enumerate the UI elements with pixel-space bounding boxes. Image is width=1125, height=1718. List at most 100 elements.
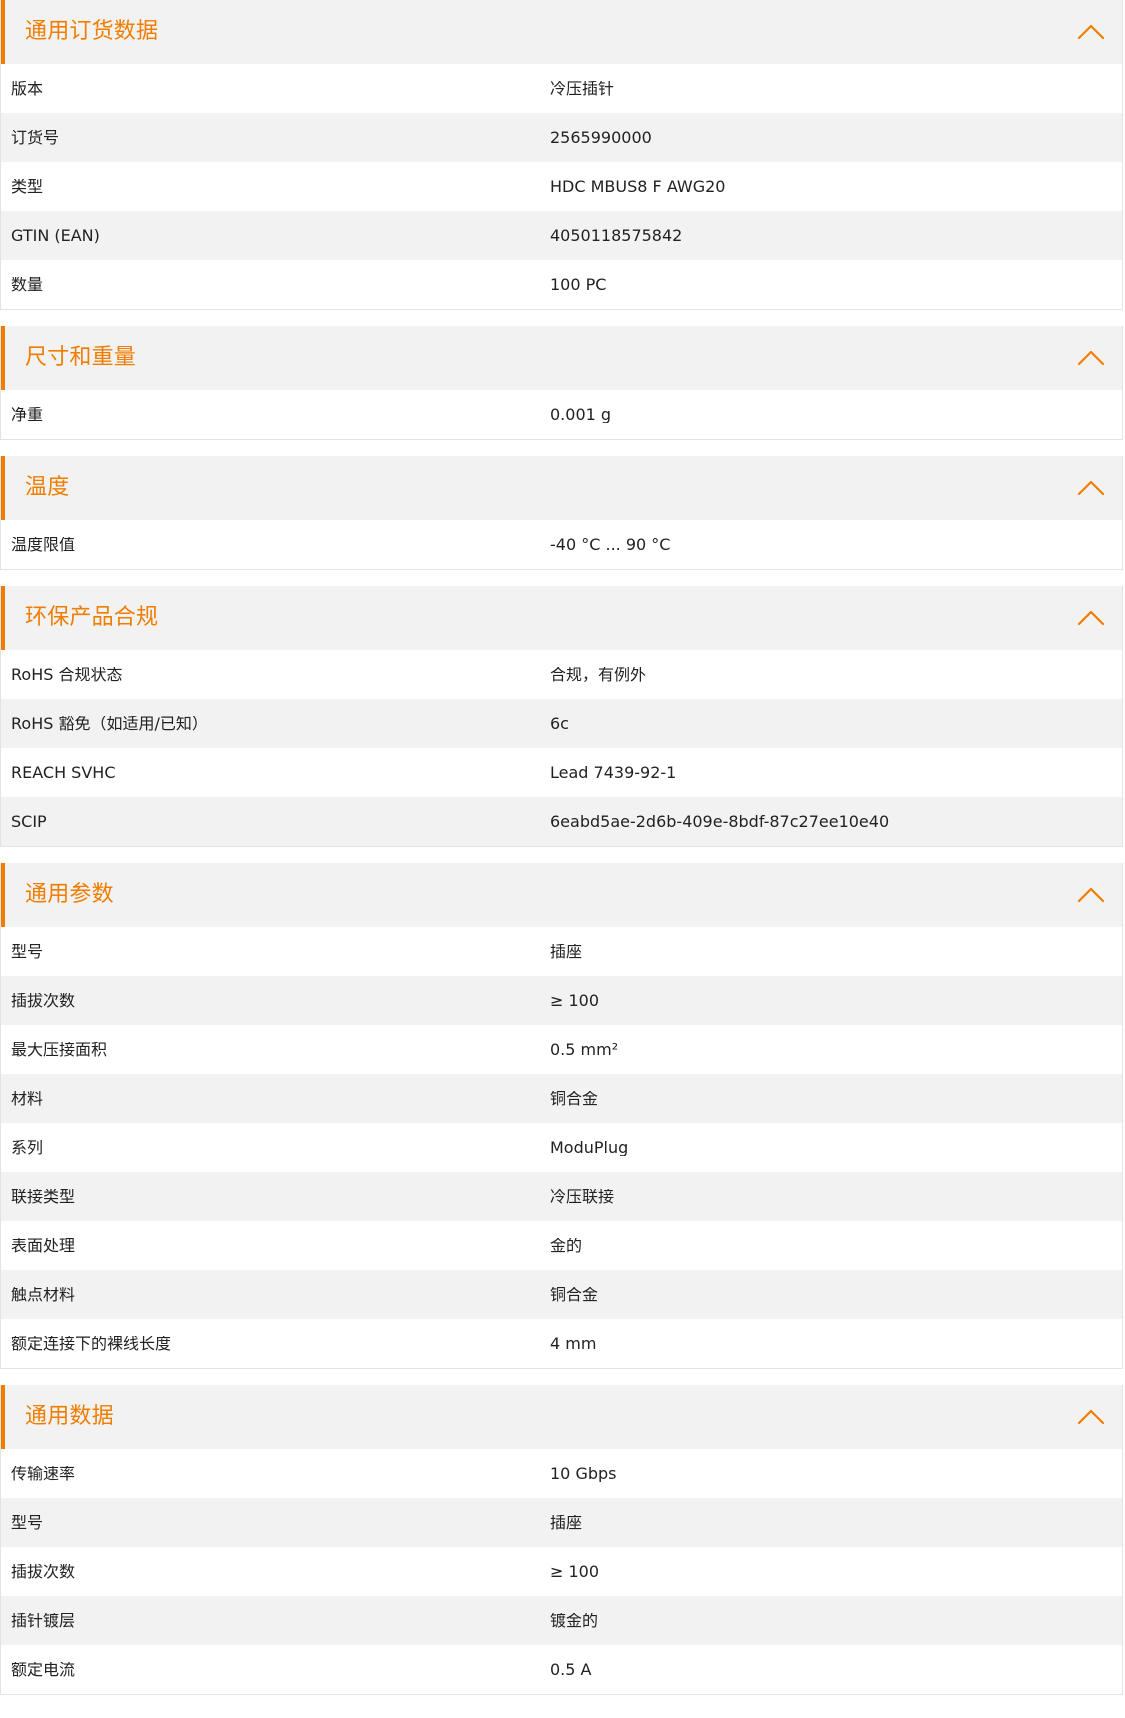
spec-value: 0.5 mm²	[550, 1041, 619, 1058]
spec-value: 10 Gbps	[550, 1465, 617, 1482]
spec-section: 温度温度限值 -40 °C ... 90 °C	[0, 456, 1123, 570]
spec-label: 温度限值	[11, 536, 76, 553]
spec-label: 系列	[11, 1139, 44, 1156]
spec-label: 触点材料	[11, 1286, 76, 1303]
spec-section: 通用订货数据版本 冷压插针订货号 2565990000 类型 HDC MBUS8 F A…	[0, 0, 1123, 310]
spec-value: -40 °C ... 90 °C	[550, 536, 671, 553]
spec-label: 最大压接面积	[11, 1041, 108, 1058]
spec-value: ≥ 100	[550, 992, 600, 1009]
spec-row: 型号 插座	[1, 1498, 1122, 1547]
spec-value: 冷压联接	[550, 1188, 615, 1205]
spec-row: 插拔次数 ≥ 100	[1, 1547, 1122, 1596]
spec-section: 环保产品合规 RoHS 合规状态 合规，有例外 RoHS 豁免（如适用/已知） 6c RE…	[0, 586, 1123, 847]
spec-label: GTIN (EAN)	[11, 227, 100, 244]
chevron-up-icon	[1077, 1409, 1105, 1425]
chevron-up-icon	[1077, 887, 1105, 903]
spec-label: 型号	[11, 1514, 44, 1531]
spec-label: 表面处理	[11, 1237, 76, 1254]
chevron-up-icon	[1077, 610, 1105, 626]
spec-value: 0.001 g	[550, 406, 612, 423]
spec-value: 铜合金	[550, 1286, 599, 1303]
collapse-toggle[interactable]	[1074, 15, 1108, 49]
specification-page: 通用订货数据版本 冷压插针订货号 2565990000 类型 HDC MBUS8 F A…	[0, 0, 1125, 1718]
spec-value: Lead 7439-92-1	[550, 764, 677, 781]
spec-label: 传输速率	[11, 1465, 76, 1482]
spec-value: 2565990000	[550, 129, 652, 146]
spec-label: 插拔次数	[11, 992, 76, 1009]
collapse-toggle[interactable]	[1074, 601, 1108, 635]
spec-label: 型号	[11, 943, 44, 960]
spec-label: 版本	[11, 80, 44, 97]
collapse-toggle[interactable]	[1074, 341, 1108, 375]
spec-row: 材料 铜合金	[1, 1074, 1122, 1123]
spec-label: 类型	[11, 178, 44, 195]
section-header[interactable]: 通用订货数据	[1, 0, 1122, 64]
spec-row: 插针镀层 镀金的	[1, 1596, 1122, 1645]
section-header[interactable]: 环保产品合规	[1, 586, 1122, 650]
spec-value: 铜合金	[550, 1090, 599, 1107]
spec-value: ≥ 100	[550, 1563, 600, 1580]
spec-row: 额定电流 0.5 A	[1, 1645, 1122, 1694]
section-header[interactable]: 通用数据	[1, 1385, 1122, 1449]
section-title: 通用数据	[25, 1404, 114, 1429]
spec-value: ModuPlug	[550, 1139, 629, 1156]
spec-label: 联接类型	[11, 1188, 76, 1205]
spec-value: 0.5 A	[550, 1661, 592, 1678]
spec-row: 传输速率 10 Gbps	[1, 1449, 1122, 1498]
collapse-toggle[interactable]	[1074, 1400, 1108, 1434]
spec-row: 联接类型 冷压联接	[1, 1172, 1122, 1221]
spec-value: 4050118575842	[550, 227, 683, 244]
spec-value: 6c	[550, 715, 569, 732]
spec-value: 100 PC	[550, 276, 607, 293]
spec-row: 型号 插座	[1, 927, 1122, 976]
spec-row: 温度限值 -40 °C ... 90 °C	[1, 520, 1122, 569]
spec-label: RoHS 合规状态	[11, 666, 123, 683]
spec-row: REACH SVHC Lead 7439-92-1	[1, 748, 1122, 797]
spec-label: RoHS 豁免（如适用/已知）	[11, 715, 208, 732]
spec-row: SCIP 6eabd5ae-2d6b-409e-8bdf-87c27ee10e40	[1, 797, 1122, 846]
spec-row: 系列 ModuPlug	[1, 1123, 1122, 1172]
chevron-up-icon	[1077, 480, 1105, 496]
spec-value: 金的	[550, 1237, 583, 1254]
section-title: 通用订货数据	[25, 19, 159, 44]
section-header[interactable]: 温度	[1, 456, 1122, 520]
chevron-up-icon	[1077, 350, 1105, 366]
spec-row: 数量 100 PC	[1, 260, 1122, 309]
spec-label: 额定电流	[11, 1661, 76, 1678]
spec-row: 版本 冷压插针	[1, 64, 1122, 113]
spec-value: 合规，有例外	[550, 666, 647, 683]
spec-label: REACH SVHC	[11, 764, 116, 781]
collapse-toggle[interactable]	[1074, 471, 1108, 505]
spec-value: 插座	[550, 943, 583, 960]
section-title: 温度	[25, 475, 70, 500]
section-header[interactable]: 通用参数	[1, 863, 1122, 927]
spec-row: RoHS 合规状态 合规，有例外	[1, 650, 1122, 699]
spec-label: 数量	[11, 276, 44, 293]
spec-section: 通用参数 型号 插座 插拔次数 ≥ 100 最大压接面积 0.5 mm² 材料 铜合金 系列 Mod…	[0, 863, 1123, 1369]
section-title: 通用参数	[25, 882, 114, 907]
section-header[interactable]: 尺寸和重量	[1, 326, 1122, 390]
spec-value: 镀金的	[550, 1612, 599, 1629]
spec-section: 通用数据传输速率 10 Gbps 型号 插座插拔次数 ≥ 100 插针镀层 镀金的额定电流 0…	[0, 1385, 1123, 1695]
spec-label: 插针镀层	[11, 1612, 76, 1629]
spec-label: 插拔次数	[11, 1563, 76, 1580]
chevron-up-icon	[1077, 24, 1105, 40]
spec-value: 冷压插针	[550, 80, 615, 97]
spec-value: 插座	[550, 1514, 583, 1531]
spec-label: 材料	[11, 1090, 44, 1107]
spec-label: SCIP	[11, 813, 47, 830]
spec-value: 4 mm	[550, 1335, 597, 1352]
section-title: 环保产品合规	[25, 605, 159, 630]
section-title: 尺寸和重量	[25, 345, 137, 370]
spec-row: 最大压接面积 0.5 mm²	[1, 1025, 1122, 1074]
spec-row: 类型 HDC MBUS8 F AWG20	[1, 162, 1122, 211]
spec-value: HDC MBUS8 F AWG20	[550, 178, 726, 195]
spec-row: 表面处理 金的	[1, 1221, 1122, 1270]
spec-label: 净重	[11, 406, 44, 423]
spec-value: 6eabd5ae-2d6b-409e-8bdf-87c27ee10e40	[550, 813, 890, 830]
spec-row: 额定连接下的裸线长度 4 mm	[1, 1319, 1122, 1368]
collapse-toggle[interactable]	[1074, 878, 1108, 912]
spec-section: 尺寸和重量净重 0.001 g	[0, 326, 1123, 440]
spec-row: GTIN (EAN) 4050118575842	[1, 211, 1122, 260]
spec-row: 订货号 2565990000	[1, 113, 1122, 162]
